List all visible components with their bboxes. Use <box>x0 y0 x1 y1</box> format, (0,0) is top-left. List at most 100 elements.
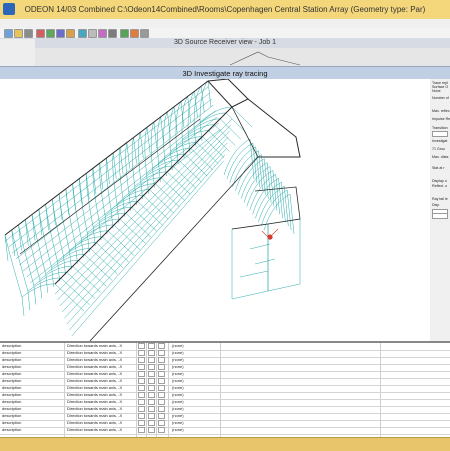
row-checkbox[interactable] <box>148 399 155 405</box>
row-checkbox[interactable] <box>158 371 165 377</box>
row-checkbox[interactable] <box>148 350 155 356</box>
panel-label: Stat at r <box>432 166 445 170</box>
row-checkbox[interactable] <box>158 413 165 419</box>
row-checkbox[interactable] <box>158 427 165 433</box>
row-checkbox[interactable] <box>138 406 145 412</box>
panel-label: Number of <box>432 96 449 100</box>
station-wireframe-model[interactable] <box>0 79 430 341</box>
row-checkbox[interactable] <box>138 420 145 426</box>
source-receiver-window-title: 3D Source Receiver view - Job 1 <box>0 38 450 48</box>
row-checkbox[interactable] <box>148 392 155 398</box>
row-description: description <box>2 392 22 397</box>
row-direction: Direction towards main axis, -X <box>67 427 123 432</box>
panel-label: Ray tail le <box>432 197 448 201</box>
row-direction: Direction towards main axis, -X <box>67 350 123 355</box>
row-checkbox[interactable] <box>158 357 165 363</box>
row-description: description <box>2 399 22 404</box>
row-direction: Direction towards main axis, -X <box>67 343 123 348</box>
open-icon[interactable] <box>14 29 23 38</box>
panel-label: 71 Grou <box>432 147 445 151</box>
panel-label: Reflect. o <box>432 184 448 188</box>
row-checkbox[interactable] <box>138 350 145 356</box>
app-title: ODEON 14/03 Combined C:\Odeon14Combined\… <box>24 5 426 14</box>
row-value: (none) <box>172 420 184 425</box>
row-direction: Direction towards main axis, -X <box>67 357 123 362</box>
row-checkbox[interactable] <box>148 371 155 377</box>
row-checkbox[interactable] <box>138 385 145 391</box>
row-direction: Direction towards main axis, -X <box>67 399 123 404</box>
row-checkbox[interactable] <box>158 385 165 391</box>
row-checkbox[interactable] <box>148 406 155 412</box>
3d-view-icon[interactable] <box>78 29 87 38</box>
panel-input[interactable] <box>432 213 448 219</box>
row-description: description <box>2 364 22 369</box>
row-checkbox[interactable] <box>158 392 165 398</box>
wireframe-mesh <box>4 80 301 337</box>
row-description: description <box>2 406 22 411</box>
panel-button[interactable] <box>432 131 448 137</box>
row-checkbox[interactable] <box>138 378 145 384</box>
job-icon[interactable] <box>98 29 107 38</box>
row-value: (none) <box>172 343 184 348</box>
row-checkbox[interactable] <box>158 406 165 412</box>
row-checkbox[interactable] <box>138 371 145 377</box>
row-description: description <box>2 350 22 355</box>
row-checkbox[interactable] <box>148 420 155 426</box>
row-checkbox[interactable] <box>138 427 145 433</box>
row-direction: Direction towards main axis, -X <box>67 371 123 376</box>
row-value: (none) <box>172 385 184 390</box>
run-icon[interactable] <box>120 29 129 38</box>
row-value: (none) <box>172 371 184 376</box>
ray-icon[interactable] <box>66 29 75 38</box>
save-icon[interactable] <box>24 29 33 38</box>
row-checkbox[interactable] <box>158 399 165 405</box>
settings-icon[interactable] <box>108 29 117 38</box>
row-direction: Direction towards main axis, -X <box>67 378 123 383</box>
source-receiver-window <box>0 48 450 67</box>
row-value: (none) <box>172 392 184 397</box>
panel-label: Impulse Re <box>432 117 450 121</box>
row-checkbox[interactable] <box>158 378 165 384</box>
3d-viewport[interactable] <box>0 79 431 341</box>
row-checkbox[interactable] <box>148 413 155 419</box>
row-checkbox[interactable] <box>158 343 165 349</box>
sound-source-marker[interactable] <box>267 234 273 240</box>
source-icon[interactable] <box>46 29 55 38</box>
back-roof-outline <box>229 51 301 66</box>
row-value: (none) <box>172 399 184 404</box>
row-description: description <box>2 385 22 390</box>
help-icon[interactable] <box>140 29 149 38</box>
row-checkbox[interactable] <box>158 364 165 370</box>
row-value: (none) <box>172 350 184 355</box>
source-table: description Direction towards main axis, … <box>0 343 450 437</box>
material-icon[interactable] <box>36 29 45 38</box>
row-checkbox[interactable] <box>138 392 145 398</box>
odeon-app-icon <box>3 3 15 15</box>
new-icon[interactable] <box>4 29 13 38</box>
grid-icon[interactable] <box>88 29 97 38</box>
row-checkbox[interactable] <box>138 364 145 370</box>
row-checkbox[interactable] <box>138 399 145 405</box>
row-value: (none) <box>172 357 184 362</box>
row-direction: Direction towards main axis, -X <box>67 420 123 425</box>
row-checkbox[interactable] <box>148 364 155 370</box>
roof-edges <box>4 79 301 341</box>
row-checkbox[interactable] <box>138 343 145 349</box>
row-direction: Direction towards main axis, -X <box>67 406 123 411</box>
receiver-icon[interactable] <box>56 29 65 38</box>
row-description: description <box>2 413 22 418</box>
row-checkbox[interactable] <box>138 413 145 419</box>
row-checkbox[interactable] <box>148 385 155 391</box>
panel-label: Display o <box>432 179 447 183</box>
row-checkbox[interactable] <box>148 357 155 363</box>
play-icon[interactable] <box>130 29 139 38</box>
table-row[interactable]: description Direction towards main axis, … <box>0 427 450 435</box>
panel-label: Max. dista <box>432 155 449 159</box>
row-checkbox[interactable] <box>158 350 165 356</box>
panel-label: Transition <box>432 126 448 130</box>
row-checkbox[interactable] <box>148 427 155 433</box>
row-checkbox[interactable] <box>138 357 145 363</box>
row-checkbox[interactable] <box>148 343 155 349</box>
row-checkbox[interactable] <box>148 378 155 384</box>
row-checkbox[interactable] <box>158 420 165 426</box>
